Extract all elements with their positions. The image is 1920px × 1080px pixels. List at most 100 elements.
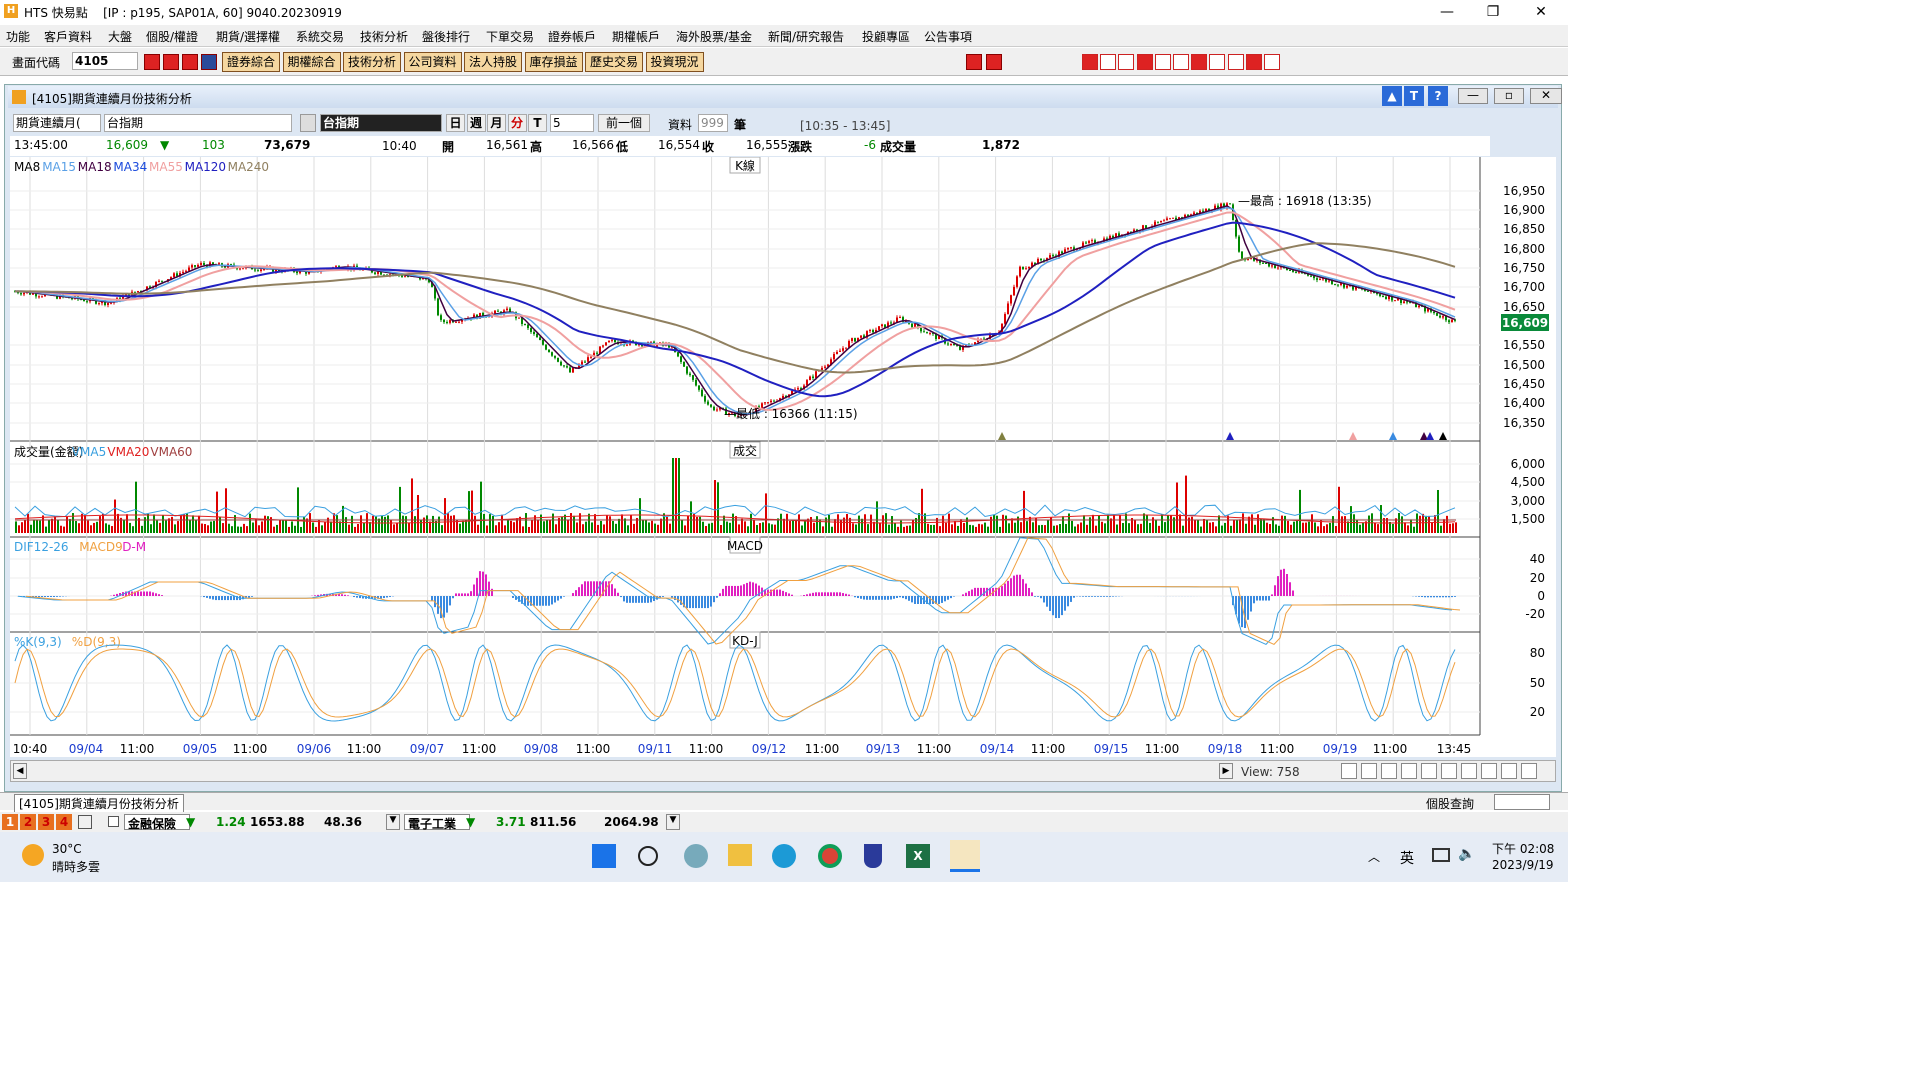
period-button-0[interactable]: 日 — [446, 114, 465, 132]
nav-icon-1[interactable] — [966, 54, 982, 70]
draw-tool-icon-1[interactable] — [1100, 54, 1117, 70]
chrome-icon[interactable] — [818, 844, 842, 868]
menu-item-5[interactable]: 系統交易 — [296, 28, 344, 45]
prev-button[interactable]: 前一個 — [598, 114, 650, 132]
excel-icon[interactable]: X — [906, 844, 930, 868]
menu-item-10[interactable]: 期權帳戶 — [612, 28, 660, 45]
minute-select[interactable]: 5 — [550, 114, 594, 132]
chevron-up-icon[interactable]: ︿ — [1368, 848, 1380, 865]
page-2-button[interactable]: 2 — [20, 814, 36, 830]
chart-tool-icon-6[interactable] — [1461, 763, 1477, 779]
period-button-2[interactable]: 月 — [487, 114, 506, 132]
ticker-dropdown-1[interactable]: ▼ — [666, 814, 680, 830]
menu-item-2[interactable]: 大盤 — [108, 28, 132, 45]
menu-item-11[interactable]: 海外股票/基金 — [676, 28, 752, 45]
search-icon[interactable] — [300, 114, 316, 132]
period-button-3[interactable]: 分 — [507, 114, 527, 132]
draw-tool-icon-10[interactable] — [1264, 54, 1280, 70]
menu-item-6[interactable]: 技術分析 — [360, 28, 408, 45]
data-count-input[interactable]: 999 — [698, 114, 728, 132]
search-taskbar-icon[interactable] — [638, 846, 658, 866]
toolbar-button-3[interactable]: 公司資料 — [403, 52, 462, 72]
chart-tool-icon-0[interactable] — [1341, 763, 1357, 779]
draw-tool-icon-8[interactable] — [1227, 54, 1244, 70]
toolbar-button-6[interactable]: 歷史交易 — [585, 52, 643, 72]
inner-close-button[interactable]: ✕ — [1530, 88, 1562, 104]
draw-tool-icon-0[interactable] — [1082, 54, 1098, 70]
draw-tool-icon-4[interactable] — [1154, 54, 1171, 70]
scroll-right-icon[interactable]: ▶ — [1219, 763, 1233, 779]
page-4-button[interactable]: 4 — [56, 814, 72, 830]
text-icon[interactable]: T — [1404, 86, 1424, 106]
ticker-dropdown-0[interactable]: ▼ — [386, 814, 400, 830]
maximize-button[interactable]: ❐ — [1478, 2, 1508, 22]
lock-icon[interactable] — [78, 815, 92, 829]
volume-icon[interactable]: 🔈 — [1458, 846, 1475, 862]
ticker-name-0[interactable]: 金融保險 — [124, 814, 190, 831]
ime-indicator[interactable]: 英 — [1400, 848, 1414, 868]
scroll-left-icon[interactable]: ◀ — [13, 763, 27, 779]
menu-item-7[interactable]: 盤後排行 — [422, 28, 470, 45]
menu-item-1[interactable]: 客戶資料 — [44, 28, 92, 45]
folder-icon[interactable] — [728, 844, 752, 866]
page-1-button[interactable]: 1 — [2, 814, 18, 830]
chart-tool-icon-9[interactable] — [1521, 763, 1537, 779]
menu-item-9[interactable]: 證券帳戶 — [548, 28, 596, 45]
toolbar-button-0[interactable]: 證券綜合 — [222, 52, 280, 72]
toolbar-button-5[interactable]: 庫存損益 — [524, 52, 583, 72]
inner-restore-button[interactable]: ▫ — [1494, 88, 1524, 104]
chart-tool-icon-7[interactable] — [1481, 763, 1497, 779]
tech-chart[interactable]: 10:40 09/04 11:00 09/05 11:00 09/06 11:00 09/07… — [10, 157, 1556, 757]
network-icon[interactable] — [1432, 848, 1450, 862]
toolbar-button-4[interactable]: 法人持股 — [464, 52, 522, 72]
contract-type-select[interactable]: 期貨連續月( — [13, 114, 101, 132]
weather-icon[interactable] — [22, 844, 44, 866]
chart-tool-icon-5[interactable] — [1441, 763, 1457, 779]
tool-icon-1[interactable] — [144, 54, 160, 70]
menu-item-14[interactable]: 公告事項 — [924, 28, 972, 45]
chart-tool-icon-1[interactable] — [1361, 763, 1377, 779]
ticker-checkbox[interactable] — [108, 816, 119, 827]
draw-tool-icon-7[interactable] — [1209, 54, 1226, 70]
menu-item-0[interactable]: 功能 — [6, 28, 30, 45]
toolbar-button-2[interactable]: 技術分析 — [343, 52, 401, 72]
hts-taskbar-icon[interactable] — [950, 840, 980, 872]
help-icon[interactable]: ? — [1428, 86, 1448, 106]
chart-tool-icon-2[interactable] — [1381, 763, 1397, 779]
menu-item-12[interactable]: 新聞/研究報告 — [768, 28, 844, 45]
draw-tool-icon-9[interactable] — [1245, 54, 1262, 70]
toolbar-button-1[interactable]: 期權綜合 — [282, 52, 341, 72]
menu-item-13[interactable]: 投顧專區 — [862, 28, 910, 45]
draw-tool-icon-3[interactable] — [1136, 54, 1153, 70]
period-button-1[interactable]: 週 — [466, 114, 486, 132]
draw-tool-icon-2[interactable] — [1118, 54, 1135, 70]
symbol-select[interactable]: 台指期 — [104, 114, 292, 132]
window-tab[interactable]: [4105]期貨連續月份技術分析 — [14, 794, 184, 813]
draw-tool-icon-5[interactable] — [1173, 54, 1189, 70]
toolbar-button-7[interactable]: 投資現況 — [645, 52, 704, 72]
chart-tool-icon-4[interactable] — [1421, 763, 1437, 779]
nav-icon-2[interactable] — [986, 54, 1002, 70]
start-icon[interactable] — [592, 844, 616, 868]
menu-item-4[interactable]: 期貨/選擇權 — [216, 28, 280, 45]
tool-icon-4[interactable] — [201, 54, 217, 70]
menu-item-8[interactable]: 下單交易 — [486, 28, 534, 45]
close-button[interactable]: ✕ — [1526, 2, 1556, 22]
screen-code-input[interactable]: 4105 — [72, 52, 138, 70]
ticker-name-1[interactable]: 電子工業 — [404, 814, 470, 831]
up-icon[interactable]: ▲ — [1382, 86, 1402, 106]
menu-item-3[interactable]: 個股/權證 — [146, 28, 198, 45]
app-icon-1[interactable] — [684, 844, 708, 868]
flask-icon[interactable] — [864, 844, 882, 868]
chart-tool-icon-3[interactable] — [1401, 763, 1417, 779]
chart-tool-icon-8[interactable] — [1501, 763, 1517, 779]
minimize-button[interactable]: — — [1432, 2, 1462, 22]
page-3-button[interactable]: 3 — [38, 814, 54, 830]
inner-minimize-button[interactable]: — — [1458, 88, 1488, 104]
draw-tool-icon-6[interactable] — [1191, 54, 1208, 70]
tool-icon-2[interactable] — [163, 54, 179, 70]
period-button-4[interactable]: T — [528, 114, 547, 132]
stock-query-input[interactable] — [1494, 794, 1550, 810]
edge-icon[interactable] — [772, 844, 796, 868]
tool-icon-3[interactable] — [182, 54, 198, 70]
